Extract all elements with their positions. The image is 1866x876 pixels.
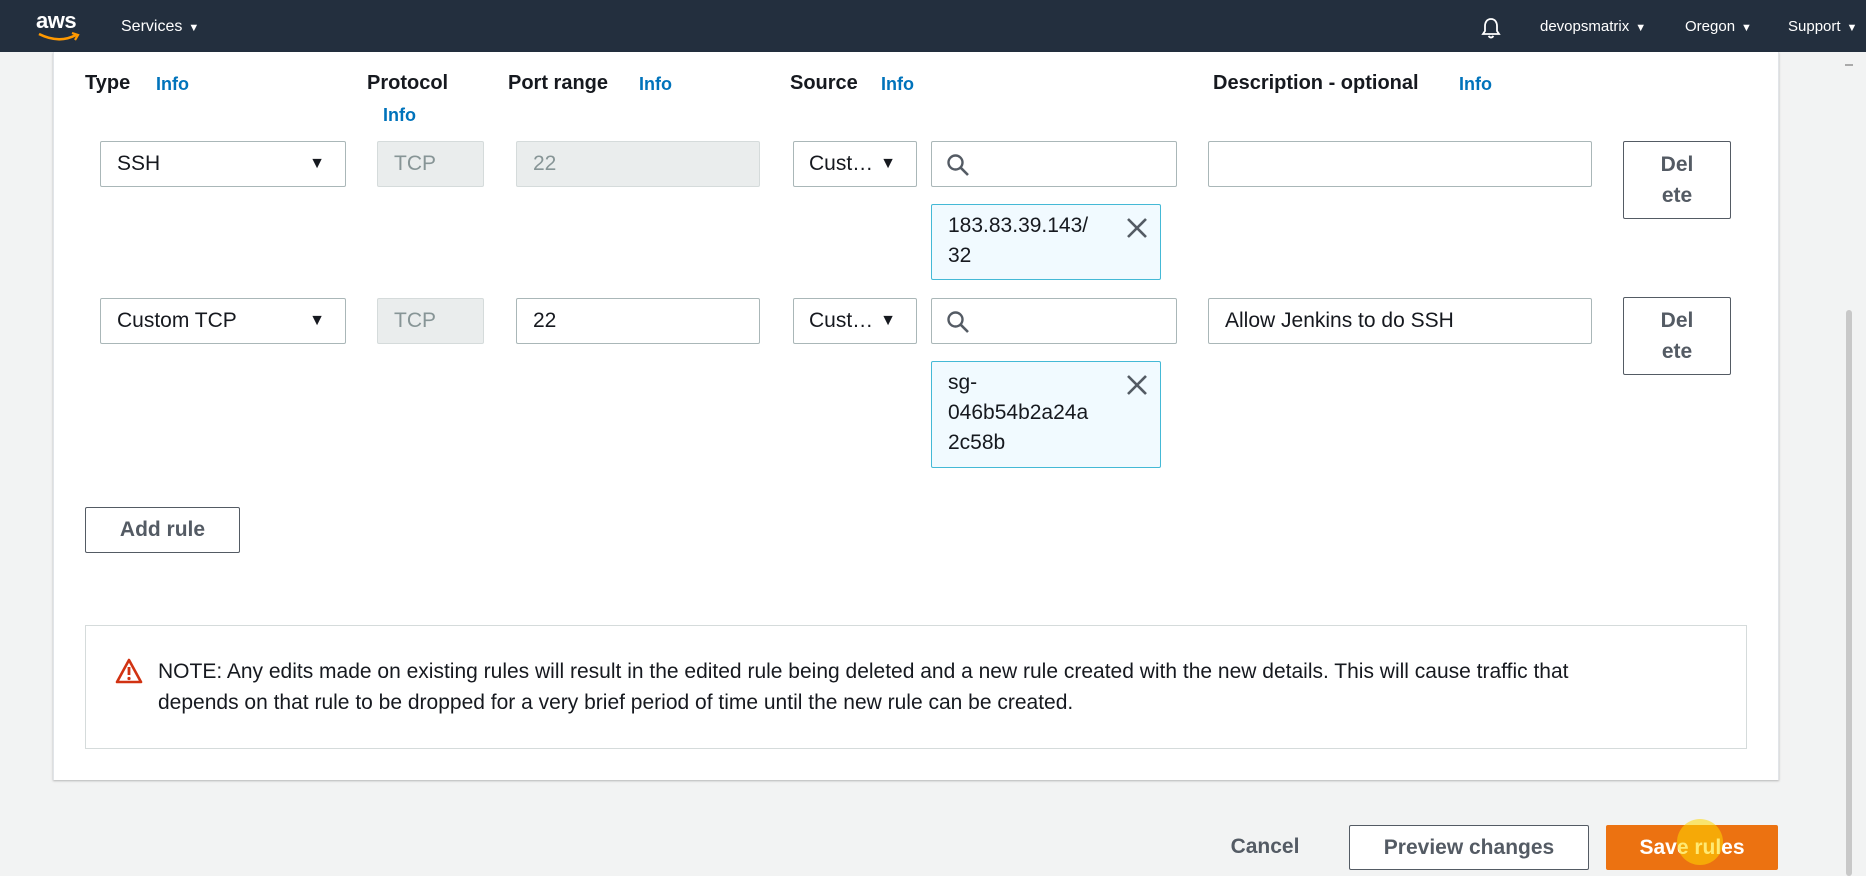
region-label: Oregon: [1685, 18, 1736, 35]
close-icon[interactable]: [1124, 215, 1150, 241]
add-rule-button[interactable]: Add rule: [85, 507, 240, 553]
warning-note: NOTE: Any edits made on existing rules w…: [85, 625, 1747, 749]
aws-logo-text: aws: [36, 8, 77, 33]
warning-text: NOTE: Any edits made on existing rules w…: [158, 656, 1718, 718]
cancel-button[interactable]: Cancel: [1215, 825, 1315, 870]
type-info-link[interactable]: Info: [156, 74, 189, 95]
source-type-select[interactable]: Cust… ▼: [793, 141, 917, 187]
rule-type-select[interactable]: Custom TCP ▼: [100, 298, 346, 344]
source-header: Source: [790, 72, 858, 94]
description-header: Description - optional: [1213, 72, 1419, 94]
source-token: sg- 046b54b2a24a 2c58b: [931, 361, 1161, 468]
source-token-text: sg-: [948, 371, 978, 394]
warning-icon: [115, 658, 143, 684]
rule-type-value: SSH: [117, 152, 161, 175]
source-token-text: 183.83.39.143/: [948, 214, 1089, 237]
source-token-text: 2c58b: [948, 431, 1006, 454]
search-icon: [947, 311, 969, 333]
caret-down-icon: ▼: [309, 312, 325, 329]
aws-logo[interactable]: aws: [36, 10, 82, 42]
account-label: devopsmatrix: [1540, 18, 1630, 35]
services-menu[interactable]: Services ▼: [121, 0, 199, 52]
search-icon: [947, 154, 969, 176]
source-type-select[interactable]: Cust… ▼: [793, 298, 917, 344]
caret-down-icon: ▼: [309, 155, 325, 172]
delete-label: Del: [1660, 309, 1694, 332]
protocol-header: Protocol: [367, 72, 449, 94]
scrollbar-arrow[interactable]: [1845, 64, 1853, 66]
support-menu[interactable]: Support ▼: [1788, 0, 1857, 52]
description-info-link[interactable]: Info: [1459, 74, 1492, 95]
port-range-info-link[interactable]: Info: [639, 74, 672, 95]
port-range-header: Port range: [508, 72, 609, 94]
warning-text-line: NOTE: Any edits made on existing rules w…: [158, 660, 1569, 683]
caret-down-icon: ▼: [1741, 22, 1752, 34]
account-menu[interactable]: devopsmatrix ▼: [1540, 0, 1646, 52]
source-type-value: Cust…: [809, 309, 874, 332]
source-search-input[interactable]: [931, 298, 1177, 344]
protocol-field: TCP: [377, 141, 484, 187]
caret-down-icon: ▼: [880, 312, 896, 329]
services-label: Services: [121, 18, 183, 35]
caret-down-icon: ▼: [880, 155, 896, 172]
source-token: 183.83.39.143/ 32: [931, 204, 1161, 280]
protocol-field: TCP: [377, 298, 484, 344]
source-search-input[interactable]: [931, 141, 1177, 187]
rule-type-select[interactable]: SSH ▼: [100, 141, 346, 187]
delete-label: ete: [1661, 184, 1693, 207]
support-label: Support: [1788, 18, 1841, 35]
description-input[interactable]: Allow Jenkins to do SSH: [1208, 298, 1592, 344]
cursor-highlight: [1677, 819, 1723, 865]
port-range-field: 22: [516, 141, 760, 187]
port-range-input[interactable]: 22: [516, 298, 760, 344]
scrollbar-thumb[interactable]: [1846, 310, 1852, 876]
aws-smile-icon: [38, 32, 80, 41]
region-menu[interactable]: Oregon ▼: [1685, 0, 1752, 52]
rule-type-value: Custom TCP: [117, 309, 237, 332]
delete-rule-button[interactable]: Del ete: [1623, 141, 1731, 219]
bell-icon[interactable]: [1480, 17, 1502, 39]
protocol-info-link[interactable]: Info: [383, 105, 416, 126]
caret-down-icon: ▼: [1846, 22, 1858, 34]
source-type-value: Cust…: [809, 152, 874, 175]
top-nav: aws Services ▼ devopsmatrix ▼ Oregon ▼ Supp…: [0, 0, 1866, 52]
close-icon[interactable]: [1124, 372, 1150, 398]
type-header: Type: [85, 72, 131, 94]
delete-rule-button[interactable]: Del ete: [1623, 297, 1731, 375]
source-info-link[interactable]: Info: [881, 74, 914, 95]
source-token-text: 32: [948, 244, 972, 267]
delete-label: Del: [1660, 153, 1694, 176]
source-token-text: 046b54b2a24a: [948, 401, 1089, 424]
warning-text-line: depends on that rule to be dropped for a…: [158, 691, 1074, 714]
preview-changes-button[interactable]: Preview changes: [1349, 825, 1589, 870]
caret-down-icon: ▼: [1635, 22, 1647, 34]
caret-down-icon: ▼: [188, 22, 200, 34]
delete-label: ete: [1661, 340, 1693, 363]
description-input[interactable]: [1208, 141, 1592, 187]
